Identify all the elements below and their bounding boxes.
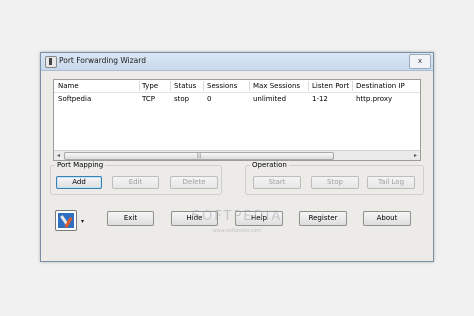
table-row[interactable]: Softpedia TCP stop 0 unlimited 1-12 http… bbox=[54, 93, 420, 104]
app-icon bbox=[45, 56, 57, 68]
port-mapping-list[interactable]: Name Type Status Sessions Max Sessions L… bbox=[53, 79, 421, 161]
stop-button[interactable]: Stop bbox=[311, 176, 359, 189]
cell-type: TCP bbox=[142, 95, 155, 103]
edit-button[interactable]: Edit bbox=[112, 176, 159, 189]
window-title: Port Forwarding Wizard bbox=[59, 56, 146, 65]
cell-listen-port: 1-12 bbox=[312, 95, 328, 103]
port-mapping-label: Port Mapping bbox=[57, 161, 104, 169]
column-header-type[interactable]: Type bbox=[142, 82, 158, 90]
delete-button[interactable]: Delete bbox=[170, 176, 218, 189]
scroll-thumb[interactable]: ||| bbox=[64, 152, 334, 160]
column-header-name[interactable]: Name bbox=[58, 82, 79, 90]
scroll-left-icon[interactable]: ◂ bbox=[54, 151, 63, 160]
operation-label: Operation bbox=[252, 161, 287, 169]
tail-log-button[interactable]: Tail Log bbox=[367, 176, 415, 189]
column-header-status[interactable]: Status bbox=[174, 82, 196, 90]
horizontal-scrollbar[interactable]: ◂ ||| ▸ bbox=[54, 150, 420, 160]
column-header-max-sessions[interactable]: Max Sessions bbox=[253, 82, 300, 90]
app-window: Port Forwarding Wizard x Name Type Statu… bbox=[40, 52, 434, 262]
watermark-url: www.softpedia.com bbox=[212, 228, 262, 234]
cell-sessions: 0 bbox=[207, 95, 212, 103]
column-header-destination-ip[interactable]: Destination IP bbox=[356, 82, 405, 90]
watermark-logo: SOFTPEDIA bbox=[191, 209, 283, 224]
cell-status: stop bbox=[174, 95, 190, 103]
close-button[interactable]: x bbox=[409, 54, 431, 69]
start-button[interactable]: Start bbox=[253, 176, 301, 189]
title-bar[interactable]: Port Forwarding Wizard x bbox=[41, 53, 433, 71]
add-button[interactable]: Add bbox=[56, 176, 102, 189]
cell-max-sessions: unlimited bbox=[253, 95, 287, 103]
cell-name: Softpedia bbox=[58, 95, 92, 103]
list-header: Name Type Status Sessions Max Sessions L… bbox=[54, 80, 420, 93]
column-header-listen-port[interactable]: Listen Port bbox=[312, 82, 349, 90]
scroll-right-icon[interactable]: ▸ bbox=[411, 151, 420, 160]
cell-destination-ip: http.proxy bbox=[356, 95, 393, 103]
column-header-sessions[interactable]: Sessions bbox=[207, 82, 237, 90]
